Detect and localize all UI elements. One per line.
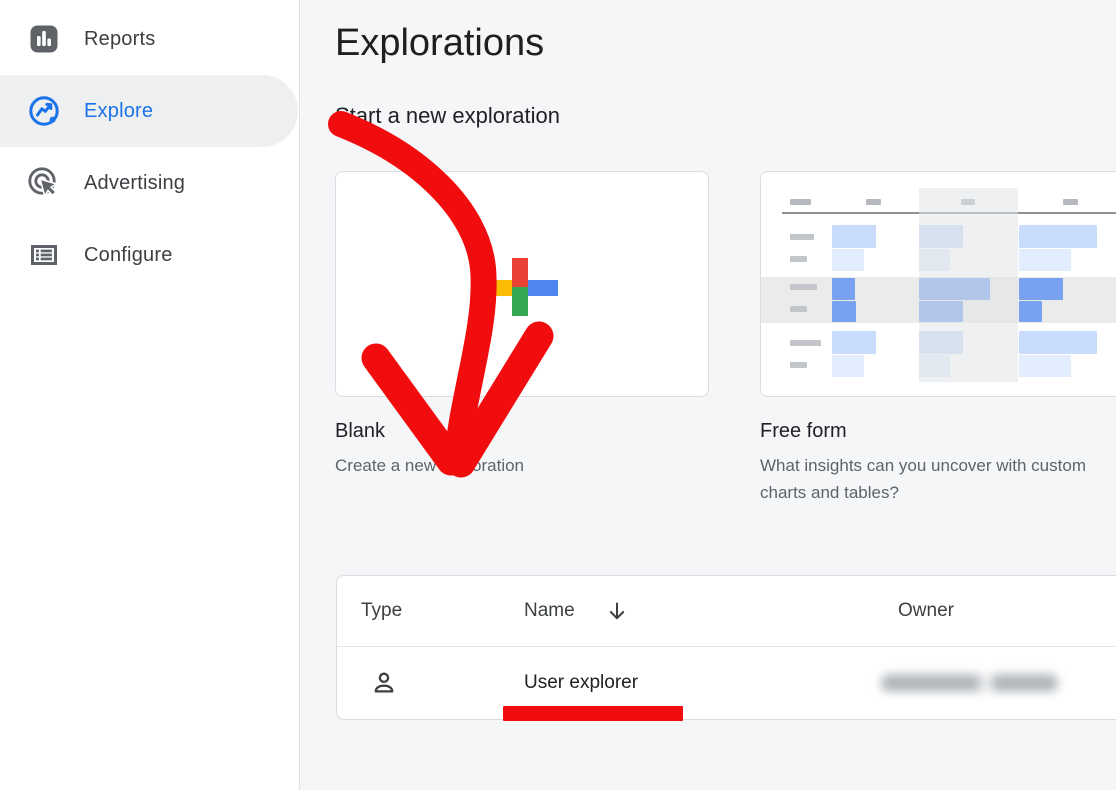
preview-label-dash bbox=[790, 340, 821, 346]
sort-descending-icon[interactable] bbox=[606, 600, 628, 622]
table-header-row: Type Name Owner bbox=[337, 576, 1116, 647]
column-header-type[interactable]: Type bbox=[361, 600, 402, 622]
preview-bar bbox=[832, 331, 876, 354]
sidebar-item-reports[interactable]: Reports bbox=[0, 3, 298, 75]
card-description: Create a new exploration bbox=[335, 452, 524, 479]
preview-bar bbox=[1019, 225, 1097, 248]
sidebar-item-advertising[interactable]: Advertising bbox=[0, 147, 298, 219]
free-form-template-card[interactable] bbox=[760, 171, 1116, 397]
plus-icon bbox=[482, 258, 558, 321]
preview-bar bbox=[832, 355, 864, 377]
preview-bar bbox=[1019, 278, 1063, 300]
preview-bar bbox=[832, 301, 856, 322]
exploration-name[interactable]: User explorer bbox=[524, 672, 638, 694]
preview-bar bbox=[1019, 355, 1071, 377]
column-header-owner[interactable]: Owner bbox=[898, 600, 954, 622]
free-form-preview bbox=[761, 172, 1116, 396]
preview-bar bbox=[1019, 331, 1097, 354]
advertising-icon bbox=[26, 165, 62, 201]
preview-header-dash bbox=[790, 199, 811, 205]
left-nav-sidebar: Reports Explore Advertising bbox=[0, 0, 300, 790]
card-title: Free form bbox=[760, 420, 1112, 443]
card-title: Blank bbox=[335, 420, 524, 443]
preview-label-dash bbox=[790, 256, 807, 262]
explorations-table: Type Name Owner User explorer bbox=[336, 575, 1116, 720]
preview-label-dash bbox=[790, 284, 817, 290]
sidebar-item-explore[interactable]: Explore bbox=[0, 75, 298, 147]
sidebar-item-configure[interactable]: Configure bbox=[0, 219, 298, 291]
preview-bar bbox=[1019, 301, 1042, 322]
table-row[interactable]: User explorer bbox=[337, 647, 1116, 719]
free-form-card-caption: Free form What insights can you uncover … bbox=[760, 420, 1112, 506]
reports-icon bbox=[26, 21, 62, 57]
configure-icon bbox=[26, 237, 62, 273]
preview-column-highlight bbox=[919, 188, 1018, 382]
owner-name-redacted bbox=[881, 675, 1058, 692]
preview-bar bbox=[832, 278, 855, 300]
preview-header-dash bbox=[866, 199, 881, 205]
sidebar-item-label: Reports bbox=[84, 28, 155, 51]
sidebar-item-label: Explore bbox=[84, 100, 153, 123]
card-description: What insights can you uncover with custo… bbox=[760, 452, 1112, 506]
sidebar-item-label: Configure bbox=[84, 244, 173, 267]
preview-label-dash bbox=[790, 306, 807, 312]
preview-header-dash bbox=[1063, 199, 1078, 205]
preview-label-dash bbox=[790, 362, 807, 368]
column-header-name[interactable]: Name bbox=[524, 600, 575, 622]
preview-bar bbox=[832, 225, 876, 248]
preview-bar bbox=[832, 249, 864, 271]
blank-template-card[interactable] bbox=[335, 171, 709, 397]
sidebar-item-label: Advertising bbox=[84, 172, 185, 195]
blank-card-caption: Blank Create a new exploration bbox=[335, 420, 524, 479]
explore-icon bbox=[26, 93, 62, 129]
page-title: Explorations bbox=[335, 22, 544, 65]
section-heading: Start a new exploration bbox=[335, 103, 560, 129]
person-icon bbox=[370, 669, 398, 697]
preview-bar bbox=[1019, 249, 1071, 271]
preview-label-dash bbox=[790, 234, 814, 240]
